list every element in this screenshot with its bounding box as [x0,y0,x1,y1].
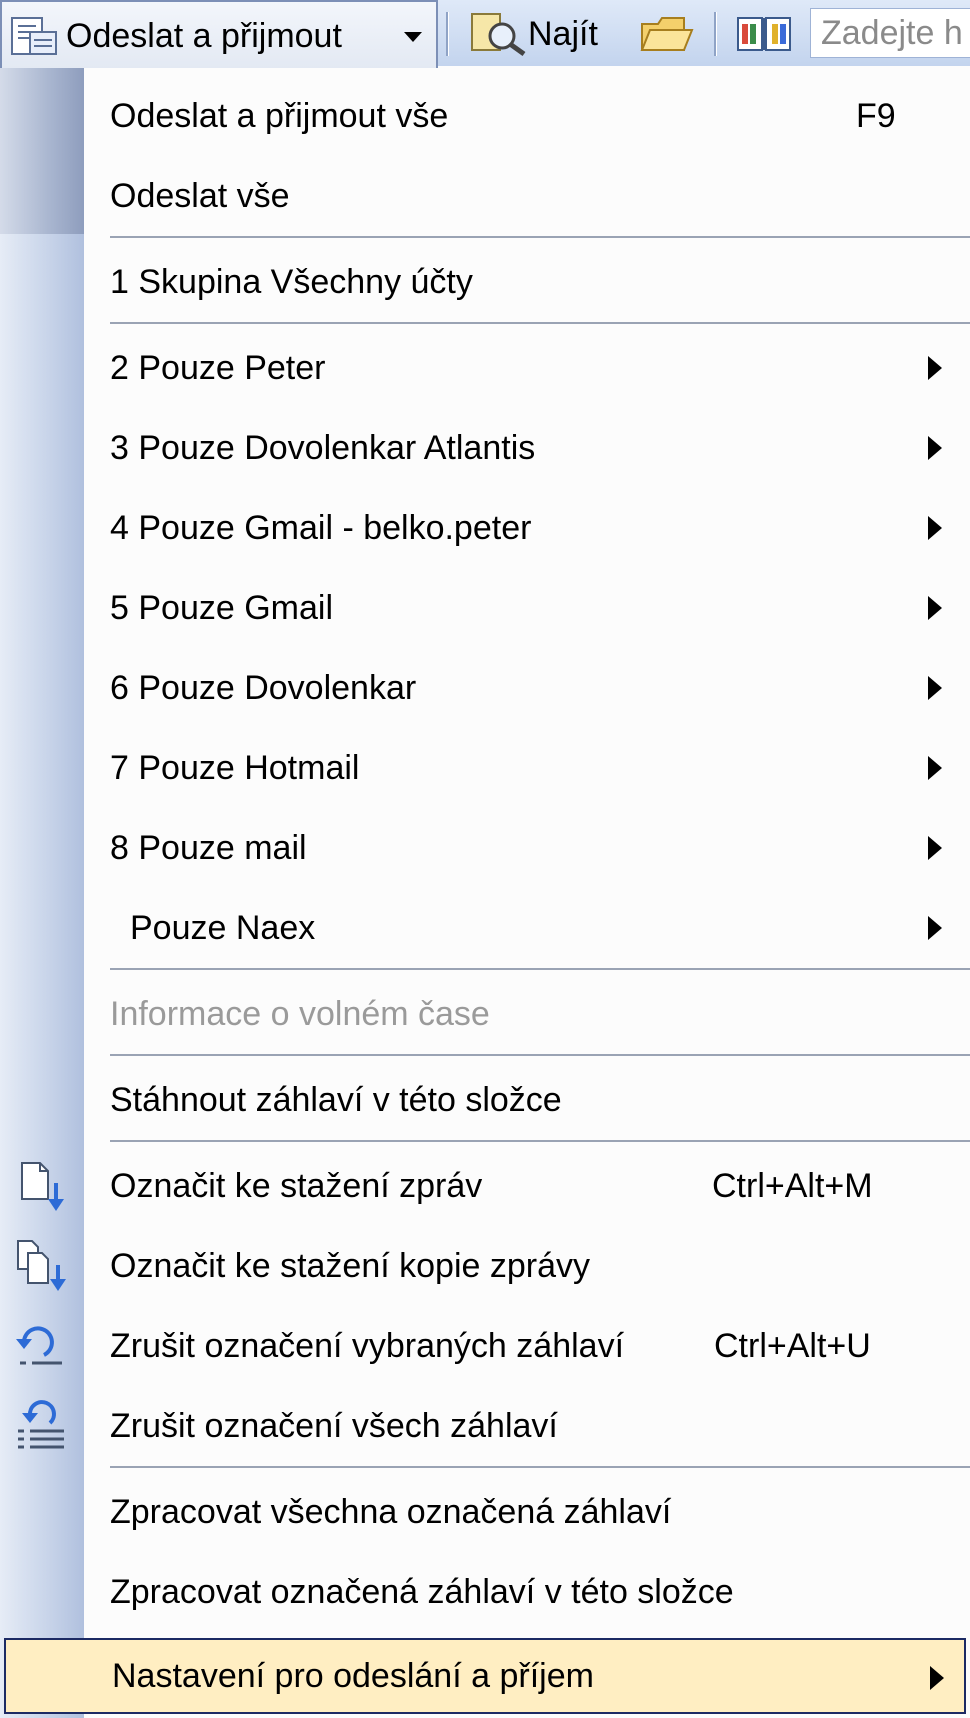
menu-item-label: 5 Pouze Gmail [110,589,333,627]
menu-item-label: Nastavení pro odeslání a příjem [112,1657,594,1695]
menu-item-label: Zpracovat označená záhlaví v této složce [110,1573,734,1611]
send-receive-label: Odeslat a přijmout [66,17,342,55]
mark-copy-icon [17,1240,66,1291]
toolbar: Odeslat a přijmout Najít Zadejte h [0,0,970,68]
menu-item-mark-download-messages[interactable]: Označit ke stažení zpráv Ctrl+Alt+M [0,1146,970,1226]
menu-item-only-gmail[interactable]: 5 Pouze Gmail [0,568,970,648]
menu-item-label: Odeslat vše [110,177,290,215]
menu-item-label: Zrušit označení vybraných záhlaví [110,1327,625,1365]
search-input[interactable]: Zadejte h [810,8,970,58]
menu-item-group-all-accounts[interactable]: 1 Skupina Všechny účty [0,242,970,322]
submenu-arrow-icon [928,436,942,460]
menu-item-only-dovolenkar-atlantis[interactable]: 3 Pouze Dovolenkar Atlantis [0,408,970,488]
unmark-all-icon [18,1400,64,1449]
submenu-arrow-icon [928,596,942,620]
send-receive-icon [11,17,57,55]
menu-item-send-receive-all[interactable]: Odeslat a přijmout vše F9 [0,76,970,156]
find-icon [471,13,526,57]
unmark-selected-icon [16,1326,62,1365]
menu-separator [110,1054,970,1056]
toolbar-separator [446,12,449,56]
menu-item-label: Označit ke stažení zpráv [110,1167,483,1205]
menu-item-process-all-marked[interactable]: Zpracovat všechna označená záhlaví [0,1472,970,1552]
menu-item-shortcut: Ctrl+Alt+M [712,1167,873,1205]
submenu-arrow-icon [928,836,942,860]
toolbar-separator [714,12,717,56]
menu-item-only-dovolenkar[interactable]: 6 Pouze Dovolenkar [0,648,970,728]
menu-item-download-headers-folder[interactable]: Stáhnout záhlaví v této složce [0,1060,970,1140]
menu-item-label: 2 Pouze Peter [110,349,326,387]
menu-item-only-gmail-belko[interactable]: 4 Pouze Gmail - belko.peter [0,488,970,568]
menu-separator [110,322,970,324]
menu-separator [110,1466,970,1468]
menu-item-only-hotmail[interactable]: 7 Pouze Hotmail [0,728,970,808]
menu-item-label: Informace o volném čase [110,995,490,1033]
menu-item-only-mail[interactable]: 8 Pouze mail [0,808,970,888]
menu-item-send-all[interactable]: Odeslat vše [0,156,970,236]
folder-icon[interactable] [640,10,694,56]
menu-item-shortcut: F9 [856,97,896,135]
menu-item-send-receive-settings[interactable]: Nastavení pro odeslání a příjem [4,1638,966,1714]
menu-item-label: 6 Pouze Dovolenkar [110,669,417,707]
submenu-arrow-icon [928,356,942,380]
send-receive-menu: Odeslat a přijmout vše F9 Odeslat vše 1 … [0,66,970,1718]
submenu-arrow-icon [928,916,942,940]
menu-item-free-busy-info: Informace o volném čase [0,974,970,1054]
send-receive-split-button[interactable]: Odeslat a přijmout [0,0,438,68]
menu-item-mark-download-copy[interactable]: Označit ke stažení kopie zprávy [0,1226,970,1306]
submenu-arrow-icon [928,516,942,540]
find-button[interactable]: Najít [466,0,626,66]
menu-item-label: Pouze Naex [130,909,316,947]
address-book-icon[interactable] [736,14,792,54]
menu-separator [110,1140,970,1142]
find-label: Najít [528,15,598,53]
menu-item-label: Zrušit označení všech záhlaví [110,1407,558,1445]
menu-item-label: 7 Pouze Hotmail [110,749,360,787]
chevron-down-icon[interactable] [404,32,422,42]
menu-item-only-peter[interactable]: 2 Pouze Peter [0,328,970,408]
menu-item-process-marked-in-folder[interactable]: Zpracovat označená záhlaví v této složce [0,1552,970,1632]
menu-separator [110,968,970,970]
menu-item-label: Zpracovat všechna označená záhlaví [110,1493,672,1531]
menu-item-label: 8 Pouze mail [110,829,307,867]
mark-download-icon [21,1162,64,1211]
menu-item-label: 1 Skupina Všechny účty [110,263,473,301]
menu-item-label: 4 Pouze Gmail - belko.peter [110,509,532,547]
menu-item-only-naex[interactable]: Pouze Naex [0,888,970,968]
menu-item-label: Stáhnout záhlaví v této složce [110,1081,562,1119]
submenu-arrow-icon [928,676,942,700]
menu-item-shortcut: Ctrl+Alt+U [714,1327,871,1365]
submenu-arrow-icon [928,756,942,780]
submenu-arrow-icon [930,1666,944,1690]
menu-item-label: 3 Pouze Dovolenkar Atlantis [110,429,536,467]
menu-item-label: Označit ke stažení kopie zprávy [110,1247,591,1285]
menu-separator [110,236,970,238]
menu-item-unmark-selected-headers[interactable]: Zrušit označení vybraných záhlaví Ctrl+A… [0,1306,970,1386]
menu-item-label: Odeslat a přijmout vše [110,97,449,135]
menu-item-unmark-all-headers[interactable]: Zrušit označení všech záhlaví [0,1386,970,1466]
